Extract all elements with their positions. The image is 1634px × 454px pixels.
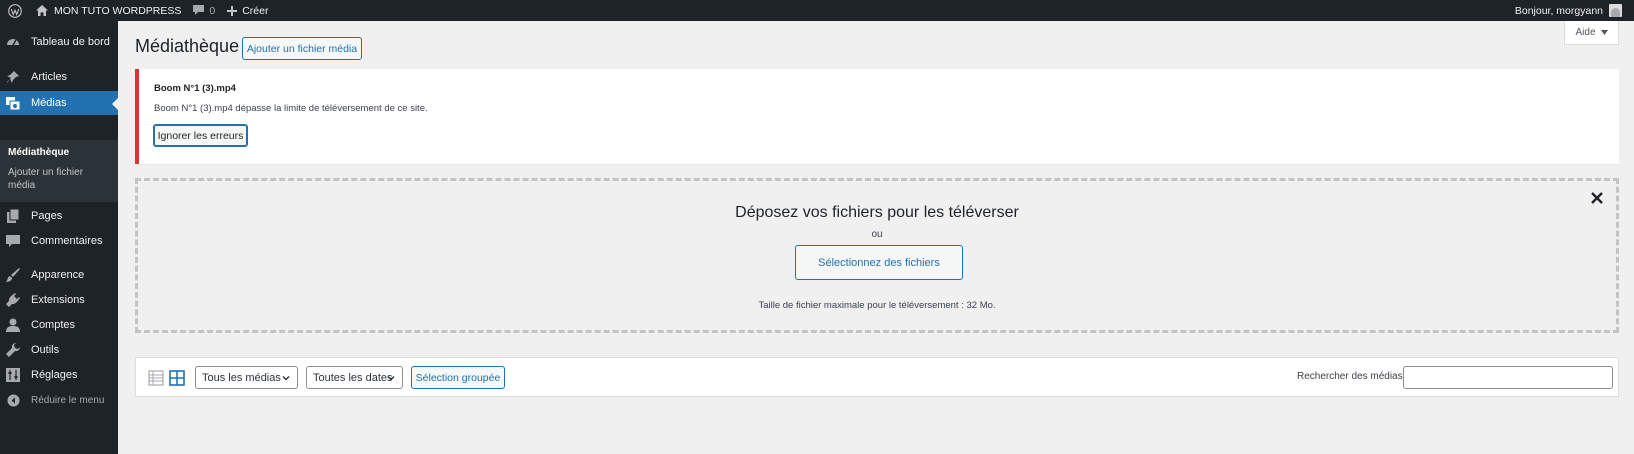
collapse-menu-button[interactable]: Réduire le menu xyxy=(0,388,118,412)
pin-icon xyxy=(6,70,20,84)
wordpress-logo-icon[interactable] xyxy=(0,0,30,21)
page-icon xyxy=(6,209,20,223)
search-label: Rechercher des médias xyxy=(1297,371,1403,382)
or-separator: ou xyxy=(871,229,883,240)
sidebar-item-label: Réglages xyxy=(31,369,78,381)
comment-icon xyxy=(193,5,205,15)
avatar xyxy=(1609,4,1622,17)
drop-instructions: Déposez vos fichiers pour les téléverser xyxy=(735,204,1019,221)
sidebar-item-media[interactable]: Médias xyxy=(0,91,118,115)
wrench-icon xyxy=(6,343,20,357)
media-toolbar: Tous les médias Toutes les dates Sélecti… xyxy=(135,357,1619,397)
chevron-down-icon xyxy=(387,376,395,381)
sidebar-item-users[interactable]: Comptes xyxy=(0,313,118,337)
sidebar-item-articles[interactable]: Articles xyxy=(0,65,118,89)
error-filename: Boom N°1 (3).mp4 xyxy=(154,83,236,94)
comments-link[interactable]: 0 xyxy=(187,0,221,21)
greeting: Bonjour, morgyann xyxy=(1514,4,1603,17)
admin-bar: MON TUTO WORDPRESS 0 Créer Bonjour, morg… xyxy=(0,0,1634,21)
sidebar-item-label: Comptes xyxy=(31,319,76,331)
caret-down-icon xyxy=(1600,30,1608,35)
sidebar-item-comments[interactable]: Commentaires xyxy=(0,229,118,253)
media-submenu: Médiathèque Ajouter un fichier média xyxy=(0,140,118,202)
site-name-link[interactable]: MON TUTO WORDPRESS xyxy=(30,0,187,21)
dashboard-icon xyxy=(6,35,20,49)
collapse-icon xyxy=(6,393,20,407)
list-view-icon[interactable] xyxy=(148,370,164,386)
sidebar-item-settings[interactable]: Réglages xyxy=(0,363,118,387)
sidebar-item-plugins[interactable]: Extensions xyxy=(0,288,118,312)
comments-count: 0 xyxy=(209,4,216,17)
comment-icon xyxy=(6,234,20,248)
site-name: MON TUTO WORDPRESS xyxy=(54,4,182,17)
date-filter-value: Toutes les dates xyxy=(313,371,393,384)
bulk-select-button[interactable]: Sélection groupée xyxy=(411,366,505,389)
media-search-input[interactable] xyxy=(1403,366,1613,389)
plus-icon xyxy=(227,5,238,16)
sidebar-item-label: Médias xyxy=(31,97,67,109)
media-type-filter-value: Tous les médias xyxy=(202,371,281,384)
help-tab-button[interactable]: Aide xyxy=(1564,21,1619,45)
chevron-down-icon xyxy=(282,376,290,381)
sidebar-item-label: Tableau de bord xyxy=(31,36,110,48)
submenu-item-library[interactable]: Médiathèque xyxy=(8,146,113,159)
max-upload-size: Taille de fichier maximale pour le télév… xyxy=(758,300,996,311)
sidebar-item-label: Extensions xyxy=(31,294,85,306)
help-tab-label: Aide xyxy=(1575,27,1596,38)
upload-dropzone[interactable]: Déposez vos fichiers pour les téléverser… xyxy=(135,178,1619,333)
collapse-menu-label: Réduire le menu xyxy=(31,394,105,406)
sidebar-item-tools[interactable]: Outils xyxy=(0,338,118,362)
sidebar-item-pages[interactable]: Pages xyxy=(0,204,118,228)
home-icon xyxy=(36,5,48,16)
new-content-link[interactable]: Créer xyxy=(221,0,274,21)
sidebar-item-label: Outils xyxy=(31,344,60,356)
brush-icon xyxy=(6,268,20,282)
date-filter[interactable]: Toutes les dates xyxy=(306,366,403,389)
media-type-filter[interactable]: Tous les médias xyxy=(195,366,298,389)
user-icon xyxy=(6,318,20,332)
sidebar-item-appearance[interactable]: Apparence xyxy=(0,263,118,287)
dismiss-errors-button[interactable]: Ignorer les erreurs xyxy=(153,124,248,147)
media-icon xyxy=(6,96,20,110)
page-title: Médiathèque xyxy=(135,36,240,56)
sidebar-item-label: Apparence xyxy=(31,269,85,281)
sidebar-item-label: Articles xyxy=(31,71,68,83)
error-message: Boom N°1 (3).mp4 dépasse la limite de té… xyxy=(154,103,428,114)
new-content-label: Créer xyxy=(242,4,269,17)
select-files-button[interactable]: Sélectionnez des fichiers xyxy=(795,245,963,280)
sidebar-item-dashboard[interactable]: Tableau de bord xyxy=(0,30,118,54)
add-media-button[interactable]: Ajouter un fichier média xyxy=(242,37,362,60)
my-account[interactable]: Bonjour, morgyann xyxy=(1515,0,1634,21)
settings-icon xyxy=(6,368,20,382)
upload-error-notice: Boom N°1 (3).mp4 Boom N°1 (3).mp4 dépass… xyxy=(135,69,1619,164)
submenu-item-add-media[interactable]: Ajouter un fichier média xyxy=(8,166,113,192)
grid-view-icon[interactable] xyxy=(169,370,185,386)
sidebar-item-label: Commentaires xyxy=(31,235,103,247)
sidebar-item-label: Pages xyxy=(31,210,63,222)
plugin-icon xyxy=(6,293,20,307)
admin-menu: Tableau de bord Articles Médias Médiathè… xyxy=(0,21,118,454)
